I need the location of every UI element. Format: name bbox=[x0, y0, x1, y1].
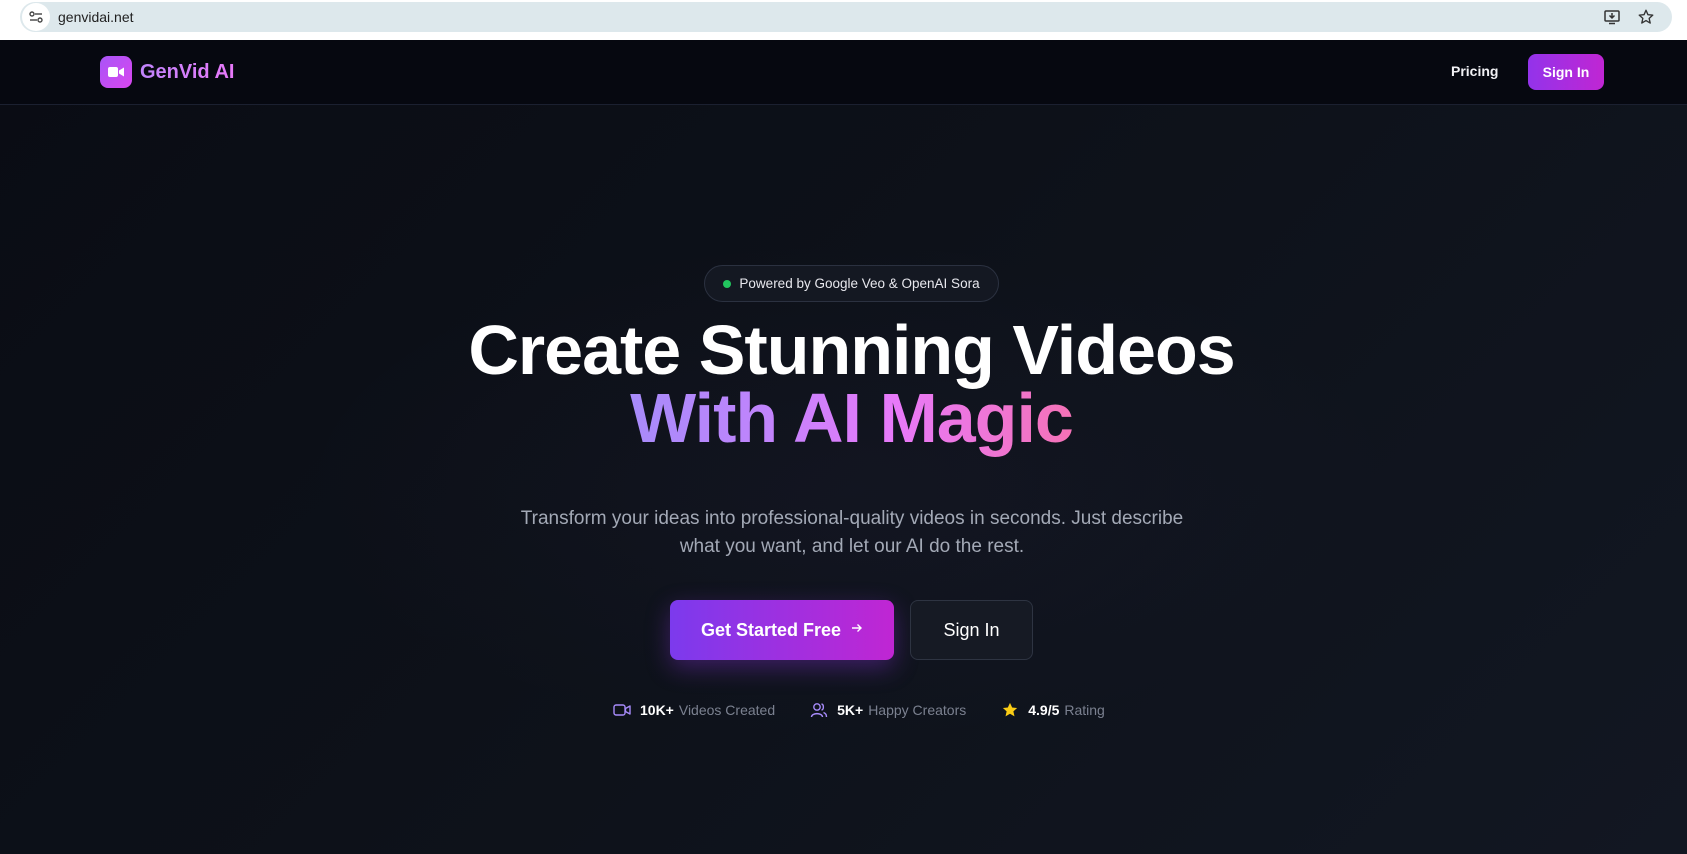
arrow-right-icon bbox=[851, 621, 863, 639]
stat-value: 10K+ bbox=[640, 702, 674, 718]
get-started-label: Get Started Free bbox=[700, 619, 842, 640]
powered-by-text: Powered by Google Veo & OpenAI Sora bbox=[739, 276, 980, 291]
stat-videos: 10K+ Videos Created bbox=[612, 700, 775, 720]
star-icon bbox=[1000, 700, 1020, 720]
page: GenVid AI Pricing Sign In Powered by Goo… bbox=[0, 40, 1687, 854]
install-app-icon[interactable] bbox=[1602, 7, 1622, 27]
hero-headline-gradient-text: With AI Magic bbox=[630, 379, 1074, 457]
hero-sign-in-button[interactable]: Sign In bbox=[910, 600, 1033, 660]
hero-headline-line2: With AI Magic bbox=[0, 378, 1687, 458]
stat-label: Rating bbox=[1064, 702, 1105, 718]
stat-value: 5K+ bbox=[837, 702, 864, 718]
stat-label: Videos Created bbox=[678, 702, 776, 718]
powered-by-badge: Powered by Google Veo & OpenAI Sora bbox=[704, 265, 999, 302]
nav-sign-in-button[interactable]: Sign In bbox=[1528, 54, 1604, 90]
stat-creators: 5K+ Happy Creators bbox=[809, 700, 966, 720]
stats-row: 10K+ Videos Created 5K+ Happy Creators 4… bbox=[612, 700, 1139, 720]
get-started-button[interactable]: Get Started Free bbox=[670, 600, 894, 660]
users-icon bbox=[809, 700, 829, 720]
stat-label: Happy Creators bbox=[868, 702, 967, 718]
bookmark-star-icon[interactable] bbox=[1636, 7, 1656, 27]
stat-rating: 4.9/5 Rating bbox=[1000, 700, 1105, 720]
video-camera-icon bbox=[100, 56, 132, 88]
site-info-icon[interactable] bbox=[22, 3, 50, 31]
stat-value: 4.9/5 bbox=[1028, 702, 1060, 718]
hero-subtitle: Transform your ideas into professional-q… bbox=[520, 508, 1184, 557]
logo[interactable]: GenVid AI bbox=[100, 56, 234, 88]
address-bar[interactable]: genvidai.net bbox=[20, 2, 1672, 32]
brand-name: GenVid AI bbox=[140, 60, 235, 83]
url-text[interactable]: genvidai.net bbox=[58, 9, 134, 25]
browser-toolbar: genvidai.net bbox=[0, 0, 1687, 40]
status-dot-icon bbox=[723, 279, 732, 288]
video-camera-icon bbox=[612, 700, 632, 720]
navbar: GenVid AI Pricing Sign In bbox=[0, 40, 1687, 105]
pricing-link[interactable]: Pricing bbox=[1451, 63, 1498, 79]
